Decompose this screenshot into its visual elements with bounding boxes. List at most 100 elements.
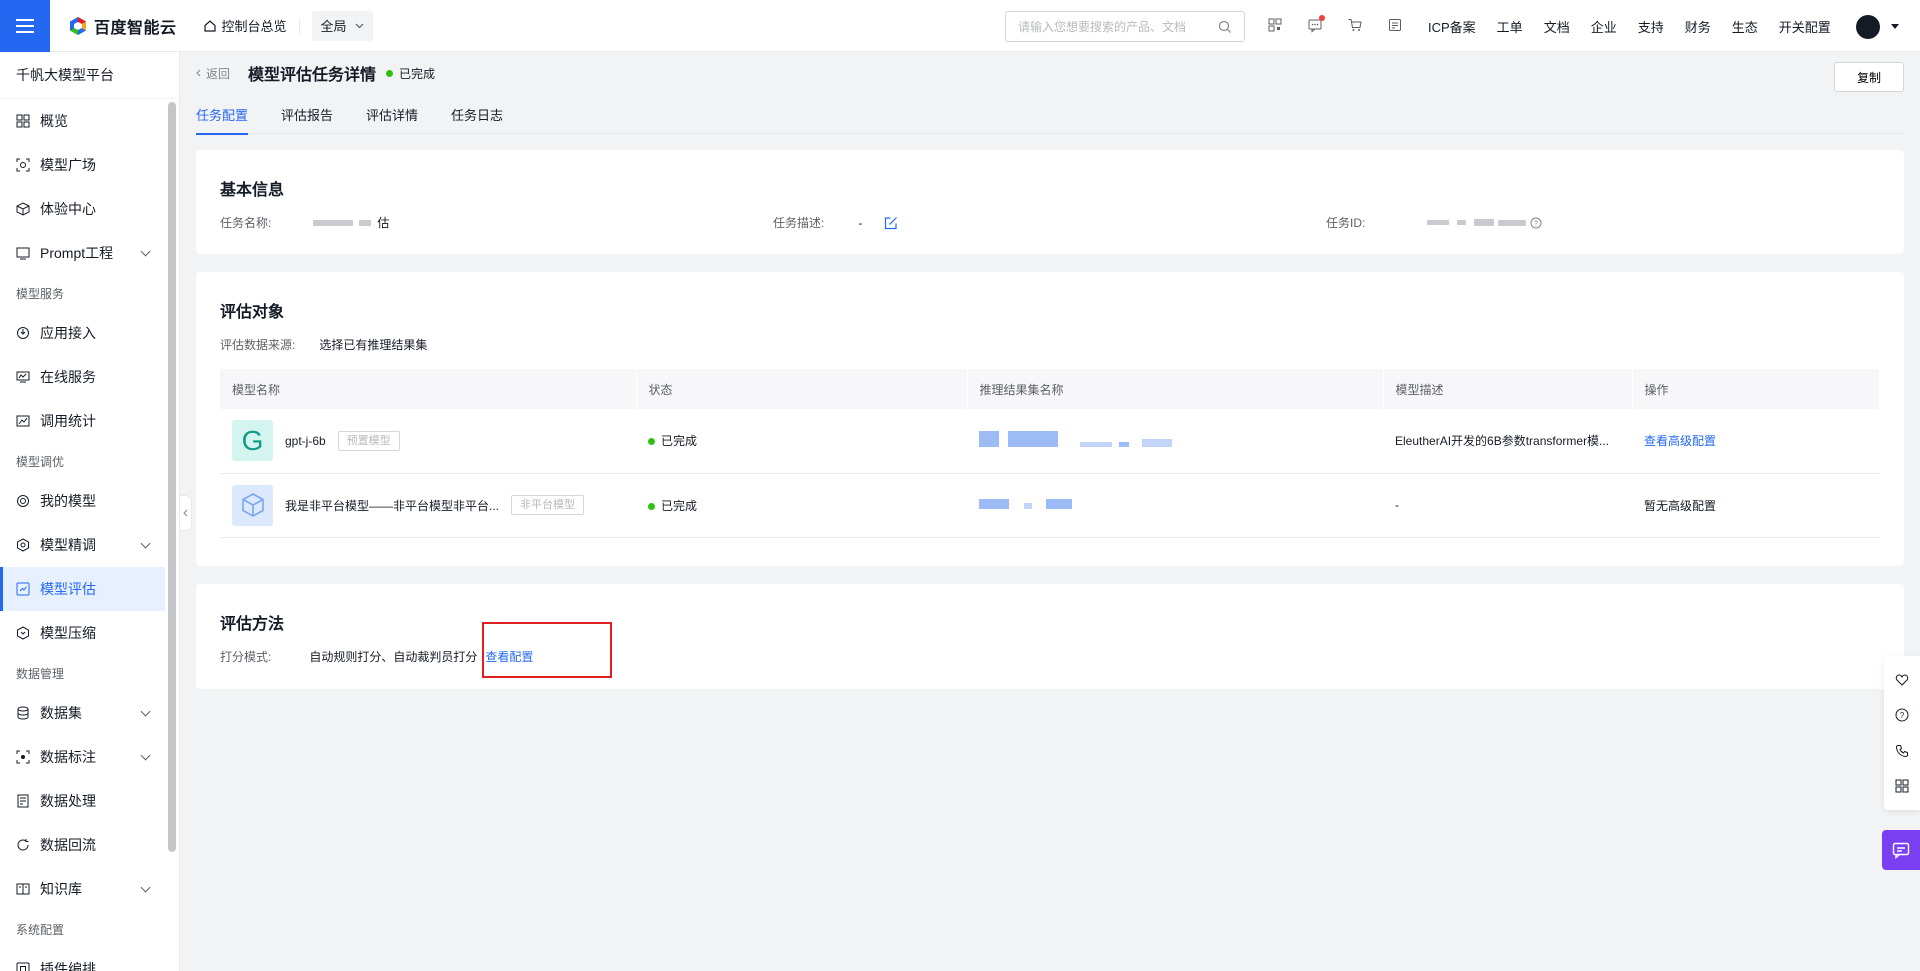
sidebar-item-model-evaluation[interactable]: 模型评估: [0, 567, 165, 611]
sidebar-item-data-annotation[interactable]: 数据标注: [0, 735, 165, 779]
tab-task-config[interactable]: 任务配置: [196, 94, 249, 135]
highlight-box: [482, 622, 612, 678]
model-logo-letter: G: [241, 424, 264, 456]
model-tag: 非平台模型: [511, 495, 585, 515]
status-text: 已完成: [661, 434, 698, 449]
status-cell: 已完成: [636, 473, 967, 538]
cart-icon[interactable]: [1345, 15, 1365, 35]
hamburger-menu-button[interactable]: [0, 0, 50, 52]
sidebar-item-app-access[interactable]: 应用接入: [0, 311, 165, 355]
top-link-ticket[interactable]: 工单: [1497, 17, 1523, 36]
message-icon[interactable]: [1305, 15, 1325, 35]
qrcode-icon[interactable]: [1265, 15, 1285, 35]
sidebar-item-experience-center[interactable]: 体验中心: [0, 187, 165, 231]
billing-icon[interactable]: [1385, 15, 1405, 35]
sidebar-item-model-compress[interactable]: 模型压缩: [0, 611, 165, 655]
column-header: 状态: [636, 369, 968, 409]
sidebar: 千帆大模型平台 概览 模型广场 体验中心 Prompt工程 模型服务 应用接入 …: [0, 52, 180, 971]
help-icon[interactable]: ?: [1894, 707, 1910, 723]
top-link-switch-config[interactable]: 开关配置: [1779, 17, 1831, 36]
chat-assistant-button[interactable]: [1882, 830, 1920, 870]
tab-bar: 任务配置 评估报告 评估详情 任务日志: [196, 94, 1904, 135]
redacted-value: [1498, 219, 1527, 226]
sidebar-item-online-service[interactable]: 在线服务: [0, 355, 165, 399]
redacted-value: [1008, 431, 1059, 448]
sidebar-item-model-square[interactable]: 模型广场: [0, 143, 165, 187]
sidebar-group-system: 系统配置: [16, 922, 65, 937]
table-row: G gpt-j-6b 预置模型 已完成 EleutherAI开发的6B参数tra…: [220, 409, 1880, 474]
user-avatar[interactable]: [1856, 15, 1880, 39]
view-advanced-config-link[interactable]: 查看高级配置: [1644, 434, 1716, 448]
search-icon[interactable]: [1218, 20, 1232, 34]
task-id-field: 任务ID: ?: [1326, 214, 1542, 231]
sidebar-item-dataset[interactable]: 数据集: [0, 691, 165, 735]
back-link[interactable]: 返回: [196, 65, 230, 82]
task-id-label: 任务ID:: [1326, 216, 1366, 230]
chevron-down-icon: [140, 882, 151, 893]
sidebar-item-label: 在线服务: [40, 369, 96, 385]
top-link-docs[interactable]: 文档: [1544, 17, 1570, 36]
action-cell: 暂无高级配置: [1632, 473, 1880, 538]
region-selector[interactable]: 全局: [311, 10, 373, 41]
sidebar-scrollbar[interactable]: [168, 102, 176, 852]
floating-toolbar: ?: [1884, 656, 1920, 810]
status-dot-icon: [386, 69, 394, 77]
top-link-finance[interactable]: 财务: [1685, 17, 1711, 36]
edit-icon[interactable]: [884, 216, 898, 230]
favorite-icon[interactable]: [1894, 672, 1910, 688]
avatar-caret-icon[interactable]: [1891, 24, 1899, 29]
sidebar-item-label: 应用接入: [40, 325, 96, 341]
sidebar-group-model-service: 模型服务: [16, 286, 65, 301]
sidebar-item-prompt[interactable]: Prompt工程: [0, 231, 165, 275]
task-desc-field: 任务描述: -: [773, 214, 898, 231]
top-link-ecosystem[interactable]: 生态: [1732, 17, 1758, 36]
sidebar-item-data-backflow[interactable]: 数据回流: [0, 823, 165, 867]
top-link-support[interactable]: 支持: [1638, 17, 1664, 36]
console-home-link[interactable]: 控制台总览: [203, 16, 287, 35]
sidebar-item-overview[interactable]: 概览: [0, 99, 165, 143]
redacted-value: [313, 219, 354, 226]
terminal-icon: [16, 247, 30, 260]
sidebar-item-label: 模型评估: [40, 581, 96, 597]
task-name-label: 任务名称:: [220, 216, 272, 230]
sidebar-collapse-handle[interactable]: [180, 495, 192, 531]
eval-target-heading: 评估对象: [220, 304, 285, 321]
sidebar-item-knowledge-base[interactable]: 知识库: [0, 867, 165, 911]
cube-icon: [16, 202, 30, 216]
notification-dot: [1319, 15, 1325, 21]
main-content: 返回 模型评估任务详情 已完成 复制 任务配置 评估报告 评估详情 任务日志 基…: [196, 52, 1904, 971]
eval-method-heading: 评估方法: [220, 616, 285, 633]
tab-eval-report[interactable]: 评估报告: [281, 94, 333, 134]
model-logo: [232, 484, 273, 526]
baidu-cloud-logo-icon: [68, 16, 88, 36]
sidebar-item-plugin-orchestration[interactable]: 插件编排: [0, 947, 165, 971]
phone-icon[interactable]: [1894, 743, 1910, 759]
tab-eval-details[interactable]: 评估详情: [366, 94, 418, 134]
eval-method-card: 评估方法 打分模式: 自动规则打分、自动裁判员打分 查看配置: [196, 584, 1904, 689]
brand-logo[interactable]: 百度智能云: [68, 14, 177, 38]
chevron-down-icon: [355, 23, 363, 28]
sidebar-item-my-models[interactable]: 我的模型: [0, 479, 165, 523]
sidebar-item-label: 调用统计: [40, 413, 96, 429]
top-link-enterprise[interactable]: 企业: [1591, 17, 1617, 36]
brand-name: 百度智能云: [94, 19, 177, 37]
sidebar-item-call-stats[interactable]: 调用统计: [0, 399, 165, 443]
top-link-icp[interactable]: ICP备案: [1428, 17, 1476, 36]
apps-grid-icon[interactable]: [1894, 778, 1910, 794]
model-name: gpt-j-6b: [285, 433, 326, 448]
result-set-cell: [967, 409, 1383, 474]
help-icon[interactable]: ?: [1530, 217, 1542, 229]
status-dot-icon: [648, 438, 655, 446]
sidebar-item-label: 数据标注: [40, 749, 96, 765]
book-icon: [16, 883, 30, 895]
sidebar-item-fine-tuning[interactable]: 模型精调: [0, 523, 165, 567]
copy-button[interactable]: 复制: [1834, 62, 1904, 92]
no-advanced-config-text: 暂无高级配置: [1644, 498, 1717, 513]
chart-icon: [16, 415, 30, 427]
result-set-cell: [967, 473, 1383, 538]
column-header: 操作: [1632, 369, 1880, 409]
sidebar-item-data-processing[interactable]: 数据处理: [0, 779, 165, 823]
home-icon: [203, 19, 216, 32]
global-search-input[interactable]: [1018, 19, 1208, 34]
tab-task-log[interactable]: 任务日志: [451, 94, 503, 134]
